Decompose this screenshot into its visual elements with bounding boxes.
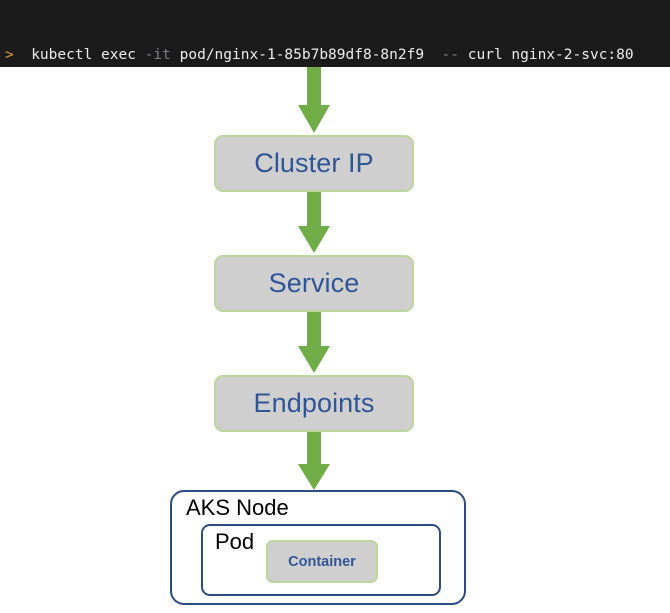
terminal-prompt-symbol: > (5, 47, 14, 63)
box-service-label: Service (268, 268, 360, 298)
aks-node-container[interactable]: AKS Node Pod Container (170, 490, 466, 605)
terminal-command-kubectl: kubectl exec (31, 47, 136, 63)
container-box[interactable]: Container (266, 540, 378, 583)
arrow-endpoints-to-aksnode (298, 432, 330, 490)
terminal-space-4 (459, 47, 468, 63)
container-box-label: Container (288, 553, 356, 570)
terminal-flag-it: -it (144, 47, 171, 63)
terminal-space-1 (136, 47, 145, 63)
terminal-output: > kubectl exec -it pod/nginx-1-85b7b89df… (0, 0, 670, 67)
terminal-pod-ref: pod/nginx-1-85b7b89df8-8n2f9 (179, 47, 425, 63)
terminal-command-text (14, 47, 31, 63)
arrow-clusterip-to-service (298, 192, 330, 253)
arrow-terminal-to-clusterip (298, 67, 330, 133)
terminal-space-2 (171, 47, 180, 63)
box-service[interactable]: Service (214, 255, 414, 312)
box-endpoints[interactable]: Endpoints (214, 375, 414, 432)
pod-container[interactable]: Pod Container (201, 524, 441, 596)
arrow-service-to-endpoints (298, 312, 330, 373)
pod-label: Pod (213, 528, 257, 556)
terminal-space-3 (424, 47, 441, 63)
terminal-separator: -- (441, 47, 460, 63)
box-cluster-ip-label: Cluster IP (254, 148, 374, 178)
terminal-curl-cmd: curl nginx-2-svc:80 (467, 47, 634, 63)
box-cluster-ip[interactable]: Cluster IP (214, 135, 414, 192)
terminal-line-command: > kubectl exec -it pod/nginx-1-85b7b89df… (0, 44, 670, 66)
box-endpoints-label: Endpoints (253, 388, 375, 418)
aks-node-label: AKS Node (184, 494, 291, 522)
